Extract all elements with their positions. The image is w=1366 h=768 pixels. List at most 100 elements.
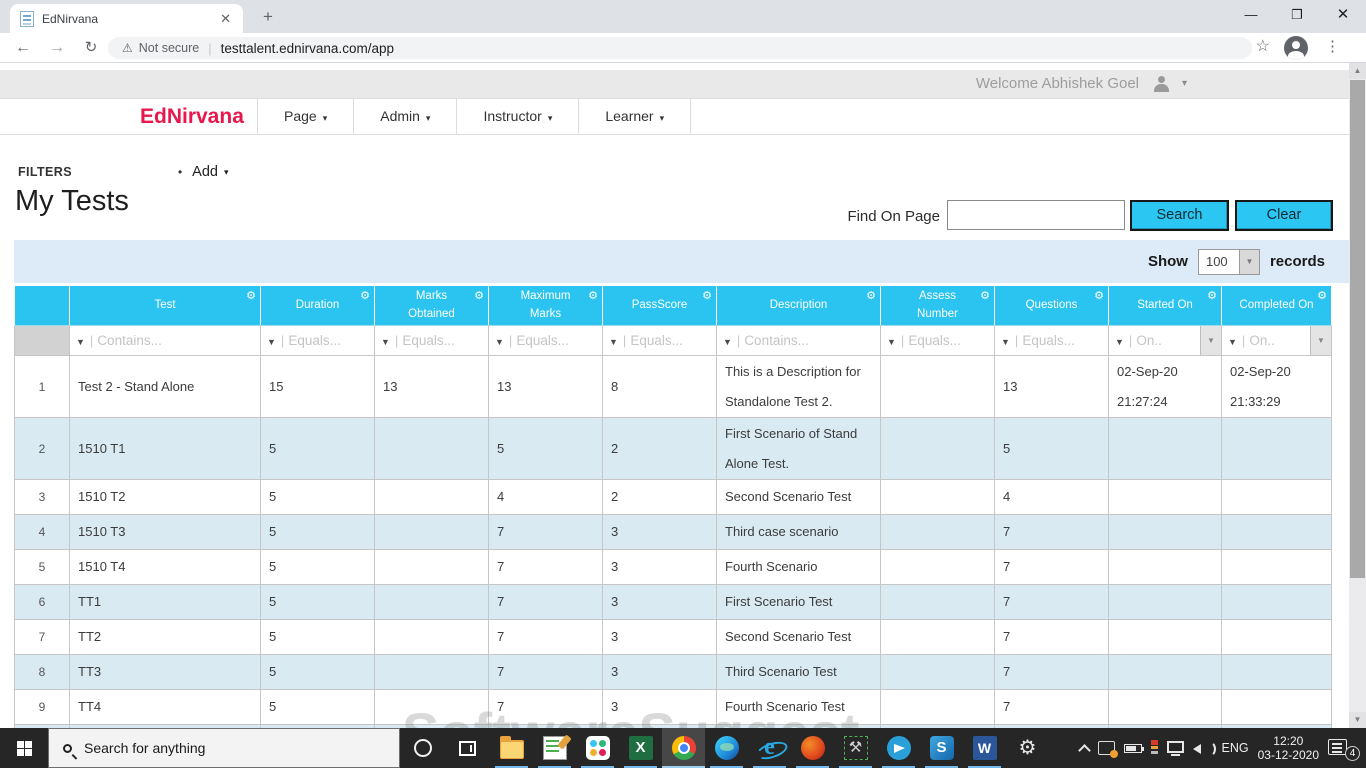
filter-funnel-icon[interactable]: ▼ (267, 337, 276, 347)
task-view-button[interactable] (445, 728, 490, 768)
bookmark-star-icon[interactable]: ☆ (1256, 36, 1270, 56)
column-header-duration[interactable]: Duration ⚙ (260, 285, 375, 326)
filter-cell-test[interactable]: ▼ | Contains... (69, 325, 261, 356)
start-button[interactable] (0, 728, 48, 768)
gear-icon[interactable]: ⚙ (360, 288, 370, 305)
find-on-page-input[interactable] (947, 200, 1125, 230)
taskbar-app-file-explorer[interactable] (490, 728, 533, 768)
reload-button[interactable]: ↻ (78, 35, 104, 61)
column-header-description[interactable]: Description ⚙ (716, 285, 881, 326)
taskbar-app-slack[interactable] (576, 728, 619, 768)
scrollbar-up-icon[interactable]: ▲ (1349, 63, 1366, 79)
window-close-button[interactable]: ✕ (1320, 0, 1366, 32)
url-bar[interactable]: ⚠ Not secure | testtalent.ednirvana.com/… (108, 37, 1252, 59)
gear-icon[interactable]: ⚙ (1207, 288, 1217, 305)
taskbar-app-settings[interactable]: ⚙ (1006, 728, 1049, 768)
user-menu-caret-icon[interactable]: ▾ (1182, 70, 1187, 98)
taskbar-app-telegram[interactable] (877, 728, 920, 768)
window-minimize-button[interactable]: — (1228, 0, 1274, 32)
tray-status-icon[interactable] (1150, 740, 1158, 756)
table-row[interactable]: 5 1510 T4 5 7 3 Fourth Scenario 7 (14, 549, 1332, 585)
records-count-select[interactable]: 100 ▼ (1197, 248, 1260, 275)
filter-funnel-icon[interactable]: ▼ (887, 337, 896, 347)
taskbar-app-browser-red[interactable] (791, 728, 834, 768)
taskbar-app-notepad[interactable] (533, 728, 576, 768)
clear-button[interactable]: Clear (1235, 200, 1333, 231)
taskbar-app-word[interactable]: W (963, 728, 1006, 768)
brand-logo[interactable]: EdNirvana (140, 99, 244, 134)
filter-cell-marks-obtained[interactable]: ▼ | Equals... (374, 325, 489, 356)
notification-center-button[interactable]: 4 (1328, 738, 1360, 761)
column-header-completed-on[interactable]: Completed On ⚙ (1221, 285, 1332, 326)
cortana-button[interactable] (400, 728, 445, 768)
filter-dropdown-icon[interactable]: ▼ (1310, 326, 1331, 355)
gear-icon[interactable]: ⚙ (1317, 288, 1327, 305)
browser-menu-icon[interactable]: ⋮ (1325, 37, 1340, 55)
column-header-started-on[interactable]: Started On ⚙ (1108, 285, 1222, 326)
tray-app-icon[interactable] (1097, 741, 1118, 758)
filter-dropdown-icon[interactable]: ▼ (1200, 326, 1221, 355)
column-header-passscore[interactable]: PassScore ⚙ (602, 285, 717, 326)
column-header-maximum-marks[interactable]: Maximum Marks ⚙ (488, 285, 603, 326)
battery-icon[interactable] (1123, 743, 1144, 753)
add-filter-caret-icon[interactable]: ▾ (224, 167, 229, 178)
add-filter-button[interactable]: Add (192, 164, 218, 180)
forward-button[interactable]: → (44, 35, 70, 61)
taskbar-clock[interactable]: 12:20 03-12-2020 (1258, 734, 1319, 762)
filter-funnel-icon[interactable]: ▼ (1115, 337, 1124, 347)
column-header-marks-obtained[interactable]: Marks Obtained ⚙ (374, 285, 489, 326)
gear-icon[interactable]: ⚙ (588, 288, 598, 305)
taskbar-app-edge[interactable] (705, 728, 748, 768)
new-tab-button[interactable]: + (256, 5, 280, 29)
nav-item-page[interactable]: Page ▾ (257, 99, 353, 134)
nav-item-admin[interactable]: Admin ▾ (353, 99, 456, 134)
window-maximize-button[interactable]: ❐ (1274, 0, 1320, 32)
gear-icon[interactable]: ⚙ (702, 288, 712, 305)
browser-tab[interactable]: EdNirvana ✕ (10, 4, 243, 33)
taskbar-search-input[interactable]: Search for anything (48, 728, 400, 768)
filter-cell-duration[interactable]: ▼ | Equals... (260, 325, 375, 356)
taskbar-app-internet-explorer[interactable]: e (748, 728, 791, 768)
filter-funnel-icon[interactable]: ▼ (495, 337, 504, 347)
language-indicator[interactable]: ENG (1222, 741, 1249, 755)
gear-icon[interactable]: ⚙ (1094, 288, 1104, 305)
table-row[interactable]: 3 1510 T2 5 4 2 Second Scenario Test 4 (14, 479, 1332, 515)
tray-expand-icon[interactable] (1077, 743, 1091, 757)
user-icon[interactable] (1153, 76, 1169, 92)
filter-cell-passscore[interactable]: ▼ | Equals... (602, 325, 717, 356)
records-select-caret-icon[interactable]: ▼ (1238, 249, 1259, 274)
gear-icon[interactable]: ⚙ (246, 288, 256, 305)
column-header-assess-number[interactable]: Assess Number ⚙ (880, 285, 995, 326)
scrollbar-down-icon[interactable]: ▼ (1349, 712, 1366, 728)
filter-funnel-icon[interactable]: ▼ (1228, 337, 1237, 347)
filter-cell-started-on[interactable]: ▼ | On.. ▼ (1108, 325, 1222, 356)
table-row[interactable]: 7 TT2 5 7 3 Second Scenario Test 7 (14, 619, 1332, 655)
browser-profile-icon[interactable] (1284, 36, 1308, 60)
filter-cell-completed-on[interactable]: ▼ | On.. ▼ (1221, 325, 1332, 356)
taskbar-app-excel[interactable]: X (619, 728, 662, 768)
search-button[interactable]: Search (1130, 200, 1229, 231)
filter-funnel-icon[interactable]: ▼ (381, 337, 390, 347)
gear-icon[interactable]: ⚙ (980, 288, 990, 305)
column-header-questions[interactable]: Questions ⚙ (994, 285, 1109, 326)
gear-icon[interactable]: ⚙ (866, 288, 876, 305)
scrollbar-thumb[interactable] (1350, 80, 1365, 578)
filter-cell-description[interactable]: ▼ | Contains... (716, 325, 881, 356)
taskbar-app-dev-tools[interactable] (834, 728, 877, 768)
filter-cell-questions[interactable]: ▼ | Equals... (994, 325, 1109, 356)
filter-funnel-icon[interactable]: ▼ (609, 337, 618, 347)
table-row[interactable]: 8 TT3 5 7 3 Third Scenario Test 7 (14, 654, 1332, 690)
network-icon[interactable] (1166, 741, 1184, 756)
filter-funnel-icon[interactable]: ▼ (723, 337, 732, 347)
filter-cell-assess-number[interactable]: ▼ | Equals... (880, 325, 995, 356)
taskbar-app-skype[interactable]: S (920, 728, 963, 768)
table-row[interactable]: 1 Test 2 - Stand Alone 15 13 13 8 This is a De… (14, 355, 1332, 418)
table-row[interactable]: 2 1510 T1 5 5 2 First Scenario of Stand Alone… (14, 417, 1332, 480)
page-scrollbar[interactable]: ▲ ▼ (1349, 63, 1366, 728)
column-header-test[interactable]: Test ⚙ (69, 285, 261, 326)
filter-funnel-icon[interactable]: ▼ (76, 337, 85, 347)
taskbar-app-chrome[interactable] (662, 728, 705, 768)
filter-funnel-icon[interactable]: ▼ (1001, 337, 1010, 347)
volume-icon[interactable] (1192, 740, 1216, 757)
gear-icon[interactable]: ⚙ (474, 288, 484, 305)
